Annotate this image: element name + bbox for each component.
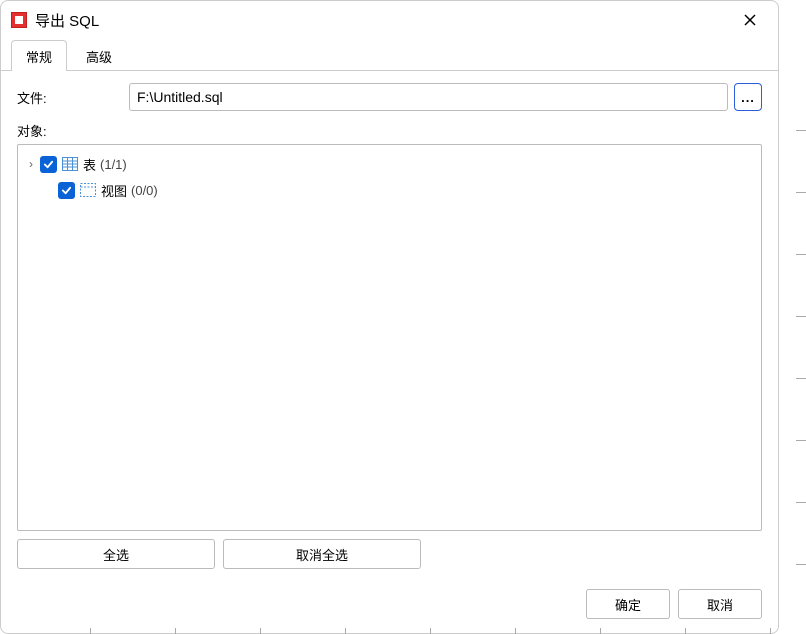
close-icon (743, 13, 757, 27)
tab-bar: 常规 高级 (1, 39, 778, 71)
tree-item-views[interactable]: 视图 (0/0) (20, 177, 759, 203)
select-all-button[interactable]: 全选 (17, 539, 215, 569)
tab-advanced[interactable]: 高级 (71, 40, 127, 71)
dialog-title: 导出 SQL (35, 10, 736, 31)
deselect-all-button[interactable]: 取消全选 (223, 539, 421, 569)
check-icon (61, 185, 72, 196)
export-sql-dialog: 导出 SQL 常规 高级 文件: ... 对象: › 表 (0, 0, 779, 634)
objects-label-row: 对象: (17, 121, 762, 140)
ok-button[interactable]: 确定 (586, 589, 670, 619)
objects-tree[interactable]: › 表 (1/1) 视图 (0/0) (17, 144, 762, 531)
file-row: 文件: ... (17, 83, 762, 111)
close-button[interactable] (736, 6, 764, 34)
expand-icon[interactable]: › (24, 157, 38, 171)
tab-general[interactable]: 常规 (11, 40, 67, 71)
checkbox-tables[interactable] (40, 156, 57, 173)
view-icon (79, 183, 96, 197)
check-icon (43, 159, 54, 170)
tree-item-tables[interactable]: › 表 (1/1) (20, 151, 759, 177)
objects-label: 对象: (17, 121, 129, 140)
app-icon (11, 12, 27, 28)
file-input[interactable] (129, 83, 728, 111)
ruler-horizontal (0, 628, 806, 634)
dialog-footer: 确定 取消 (1, 579, 778, 633)
tree-count-tables: (1/1) (100, 157, 127, 172)
file-label: 文件: (17, 88, 129, 107)
selection-buttons: 全选 取消全选 (17, 539, 762, 569)
tab-panel-general: 文件: ... 对象: › 表 (1/1) (1, 71, 778, 579)
cancel-button[interactable]: 取消 (678, 589, 762, 619)
tree-label-tables: 表 (83, 155, 96, 174)
browse-button[interactable]: ... (734, 83, 762, 111)
tree-label-views: 视图 (101, 181, 127, 200)
ruler-vertical (779, 0, 806, 634)
table-icon (61, 157, 78, 171)
titlebar: 导出 SQL (1, 1, 778, 39)
tree-count-views: (0/0) (131, 183, 158, 198)
checkbox-views[interactable] (58, 182, 75, 199)
